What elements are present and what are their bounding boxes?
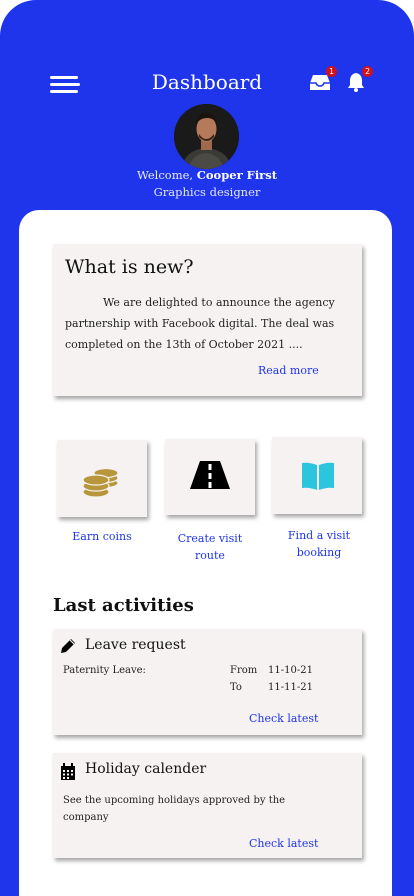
- app-screen: Dashboard 1 2 Welcome, Cooper First Grap…: [0, 0, 414, 896]
- earn-coins-label[interactable]: Earn coins: [57, 528, 147, 545]
- from-date: 11-10-21: [268, 665, 313, 676]
- welcome-text: Welcome, Cooper First: [136, 168, 278, 182]
- news-body: We are delighted to announce the agency …: [65, 296, 335, 351]
- profile-photo: [174, 104, 239, 169]
- leave-type: Paternity Leave:: [63, 665, 146, 676]
- notifications-button[interactable]: 2: [345, 66, 373, 94]
- to-label: To: [230, 682, 242, 693]
- notification-badge: 2: [362, 66, 373, 77]
- read-more-link[interactable]: Read more: [258, 364, 319, 377]
- from-label: From: [230, 665, 258, 676]
- user-role: Graphics designer: [153, 185, 261, 199]
- avatar[interactable]: [174, 104, 239, 169]
- inbox-badge: 1: [326, 66, 337, 77]
- news-title: What is new?: [65, 256, 194, 278]
- create-visit-route-label[interactable]: Create visit route: [165, 530, 255, 564]
- pencil-icon: [61, 639, 75, 653]
- leave-request-title: Leave request: [85, 637, 186, 653]
- holiday-calendar-card: Holiday calender See the upcoming holida…: [53, 753, 362, 858]
- open-book-icon: [302, 462, 334, 490]
- last-activities-title: Last activities: [53, 595, 194, 616]
- holiday-calendar-title: Holiday calender: [85, 761, 207, 777]
- to-date: 11-11-21: [268, 682, 313, 693]
- main-panel: What is new? We are delighted to announc…: [19, 210, 392, 896]
- earn-coins-tile[interactable]: [57, 440, 147, 517]
- leave-request-card: Leave request Paternity Leave: From 11-1…: [53, 629, 362, 735]
- news-card: What is new? We are delighted to announc…: [53, 244, 362, 396]
- road-icon: [190, 461, 230, 489]
- find-visit-booking-tile[interactable]: [272, 437, 362, 514]
- user-name: Cooper First: [196, 168, 278, 182]
- leave-check-latest-link[interactable]: Check latest: [249, 712, 318, 725]
- find-visit-booking-label[interactable]: Find a visit booking: [272, 527, 366, 561]
- holiday-description: See the upcoming holidays approved by th…: [63, 795, 286, 823]
- calendar-icon: [61, 763, 75, 780]
- coins-icon: [82, 467, 119, 498]
- holiday-check-latest-link[interactable]: Check latest: [249, 837, 318, 850]
- inbox-button[interactable]: 1: [309, 66, 337, 94]
- create-visit-route-tile[interactable]: [165, 439, 255, 515]
